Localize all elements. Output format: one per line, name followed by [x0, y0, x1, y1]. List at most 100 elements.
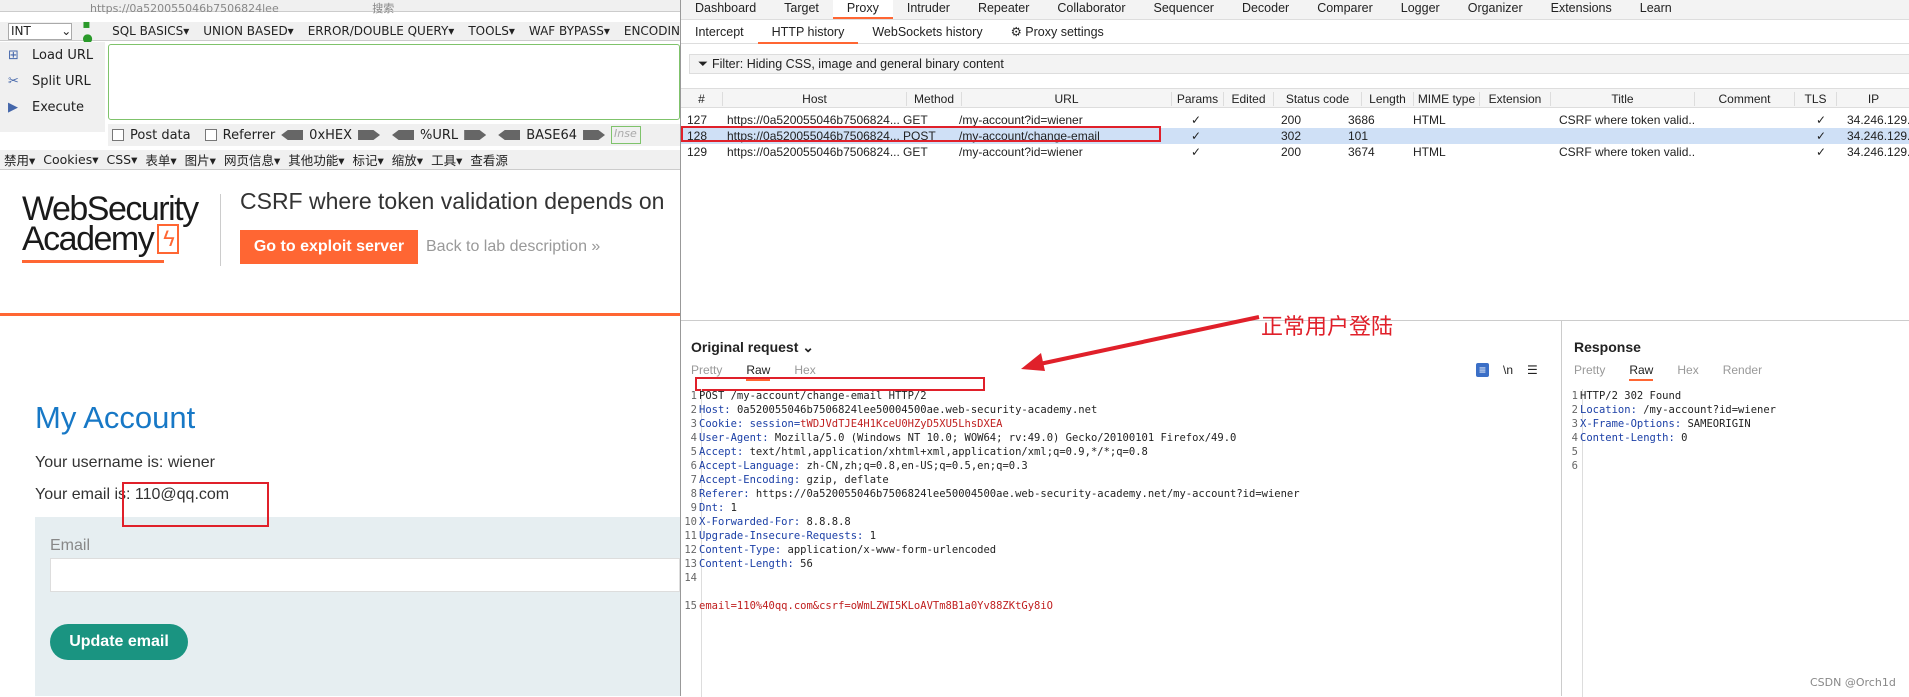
- tab-websockets-history[interactable]: WebSockets history: [858, 20, 996, 44]
- response-editor[interactable]: 1 HTTP/2 302 Found 2 Location: /my-account…: [1562, 389, 1909, 697]
- url-decode-arrow-icon[interactable]: [392, 130, 415, 140]
- toolbar-cookies[interactable]: Cookies▾: [43, 152, 98, 167]
- proxy-settings-button[interactable]: ⚙ Proxy settings: [997, 20, 1118, 44]
- col-edited[interactable]: Edited: [1224, 92, 1274, 106]
- toolbar-images[interactable]: 图片▾: [185, 150, 216, 169]
- row-params: ✓: [1191, 129, 1202, 143]
- request-editor[interactable]: 1 POST /my-account/change-email HTTP/2 2H…: [681, 389, 1561, 697]
- toolbar-disable[interactable]: 禁用▾: [4, 150, 35, 169]
- url-text[interactable]: https://0a520055046b7506824lee: [90, 2, 279, 15]
- tab-comparer[interactable]: Comparer: [1303, 0, 1387, 19]
- base64-decode-arrow-icon[interactable]: [498, 130, 521, 140]
- tab-extensions[interactable]: Extensions: [1537, 0, 1626, 19]
- menu-error-double-query[interactable]: ERROR/DOUBLE QUERY▾: [308, 24, 455, 38]
- toolbar-outline[interactable]: 标记▾: [353, 150, 384, 169]
- menu-sql-basics[interactable]: SQL BASICS▾: [112, 24, 189, 38]
- tab-proxy[interactable]: Proxy: [832, 0, 893, 19]
- col-title[interactable]: Title: [1551, 92, 1695, 106]
- request-title[interactable]: Original request ⌄: [691, 339, 814, 356]
- header-value: 56: [793, 558, 813, 570]
- menu-tools[interactable]: TOOLS▾: [468, 24, 515, 38]
- tab-decoder[interactable]: Decoder: [1228, 0, 1303, 19]
- line-number: 5: [690, 446, 697, 458]
- col-length[interactable]: Length: [1362, 92, 1414, 106]
- header-key: X-Frame-Options: [1580, 418, 1675, 430]
- tab-render[interactable]: Render: [1723, 363, 1762, 381]
- table-header-row: # Host Method URL Params Edited Status c…: [681, 88, 1909, 108]
- hackbar-url-textarea[interactable]: [108, 44, 680, 120]
- line-number: 11: [684, 530, 697, 542]
- header-key: Content-Length: [699, 558, 788, 570]
- tab-dashboard[interactable]: Dashboard: [681, 0, 770, 19]
- toolbar-resize[interactable]: 缩放▾: [392, 150, 423, 169]
- hex-decode-arrow-icon[interactable]: [281, 130, 304, 140]
- back-to-lab-description-link[interactable]: Back to lab description »: [426, 238, 600, 256]
- tab-organizer[interactable]: Organizer: [1454, 0, 1537, 19]
- row-title: CSRF where token valid...: [1559, 113, 1694, 127]
- col-method[interactable]: Method: [907, 92, 962, 106]
- menu-encoding[interactable]: ENCODIN: [624, 24, 680, 38]
- col-mime-type[interactable]: MIME type: [1414, 92, 1480, 106]
- tab-sequencer[interactable]: Sequencer: [1139, 0, 1227, 19]
- col-ip[interactable]: IP: [1837, 92, 1909, 106]
- url-encode-arrow-icon[interactable]: [464, 130, 487, 140]
- toolbar-tools[interactable]: 工具▾: [431, 150, 462, 169]
- email-field[interactable]: [50, 558, 680, 592]
- tab-hex[interactable]: Hex: [1677, 363, 1698, 381]
- filter-bar[interactable]: ⏷ Filter: Hiding CSS, image and general b…: [689, 54, 1909, 74]
- tab-pretty[interactable]: Pretty: [1574, 363, 1605, 381]
- col-num[interactable]: #: [681, 92, 723, 106]
- web-security-academy-logo[interactable]: WebSecurity Academy ϟ: [22, 192, 199, 256]
- hex-encode-arrow-icon[interactable]: [358, 130, 381, 140]
- go-to-exploit-server-button[interactable]: Go to exploit server: [240, 230, 418, 264]
- search-box[interactable]: 搜索: [372, 2, 394, 15]
- tab-logger[interactable]: Logger: [1387, 0, 1454, 19]
- hackbar-type-select[interactable]: INT ⌄: [8, 22, 73, 40]
- tab-raw[interactable]: Raw: [1629, 363, 1654, 381]
- line-number: 9: [690, 502, 697, 514]
- toolbar-css[interactable]: CSS▾: [107, 152, 138, 167]
- insert-string-input[interactable]: Inse: [611, 126, 642, 144]
- tab-intruder[interactable]: Intruder: [893, 0, 964, 19]
- col-url[interactable]: URL: [962, 92, 1172, 106]
- load-url-button[interactable]: ⊞ Load URL: [0, 42, 105, 68]
- row-ip: 34.246.129.6: [1847, 113, 1909, 127]
- execute-button[interactable]: ▶ Execute: [0, 94, 105, 120]
- logo-underline: [22, 260, 164, 263]
- col-status-code[interactable]: Status code: [1274, 92, 1362, 106]
- col-params[interactable]: Params: [1172, 92, 1224, 106]
- table-row[interactable]: 129 https://0a520055046b7506824... GET /…: [681, 144, 1909, 160]
- tab-collaborator[interactable]: Collaborator: [1043, 0, 1139, 19]
- address-bar[interactable]: https://0a520055046b7506824lee 搜索: [0, 0, 680, 15]
- toolbar-forms[interactable]: 表单▾: [145, 150, 176, 169]
- watermark: CSDN @Orch1d: [1810, 676, 1896, 689]
- newline-toggle-button[interactable]: \n: [1503, 363, 1513, 377]
- tab-repeater[interactable]: Repeater: [964, 0, 1043, 19]
- base64-encode-arrow-icon[interactable]: [583, 130, 606, 140]
- col-tls[interactable]: TLS: [1795, 92, 1837, 106]
- line-number: 3: [1571, 418, 1578, 430]
- header-line: 12 Content-Type: application/x-www-form-u…: [681, 543, 1561, 557]
- toolbar-page-info[interactable]: 网页信息▾: [224, 150, 280, 169]
- post-data-checkbox[interactable]: Post data: [112, 128, 191, 143]
- menu-icon[interactable]: ☰: [1527, 363, 1538, 377]
- menu-waf-bypass[interactable]: WAF BYPASS▾: [529, 24, 610, 38]
- toolbar-view-source[interactable]: 查看源: [470, 150, 508, 169]
- referrer-checkbox[interactable]: Referrer: [204, 128, 275, 143]
- tab-http-history[interactable]: HTTP history: [757, 20, 859, 44]
- tab-intercept[interactable]: Intercept: [681, 20, 758, 44]
- update-email-button[interactable]: Update email: [50, 624, 188, 660]
- col-host[interactable]: Host: [723, 92, 907, 106]
- base64-label: BASE64: [526, 127, 578, 143]
- col-comment[interactable]: Comment: [1695, 92, 1795, 106]
- split-url-button[interactable]: ✂ Split URL: [0, 68, 105, 94]
- header-key: Referer: [699, 488, 744, 500]
- wrap-lines-icon[interactable]: ≡: [1476, 363, 1490, 377]
- toolbar-misc[interactable]: 其他功能▾: [288, 150, 344, 169]
- tab-learn[interactable]: Learn: [1626, 0, 1686, 19]
- tab-target[interactable]: Target: [770, 0, 833, 19]
- col-extension[interactable]: Extension: [1480, 92, 1551, 106]
- menu-union-based[interactable]: UNION BASED▾: [203, 24, 293, 38]
- header-line: 11 Upgrade-Insecure-Requests: 1: [681, 529, 1561, 543]
- load-url-icon: ⊞: [8, 48, 19, 63]
